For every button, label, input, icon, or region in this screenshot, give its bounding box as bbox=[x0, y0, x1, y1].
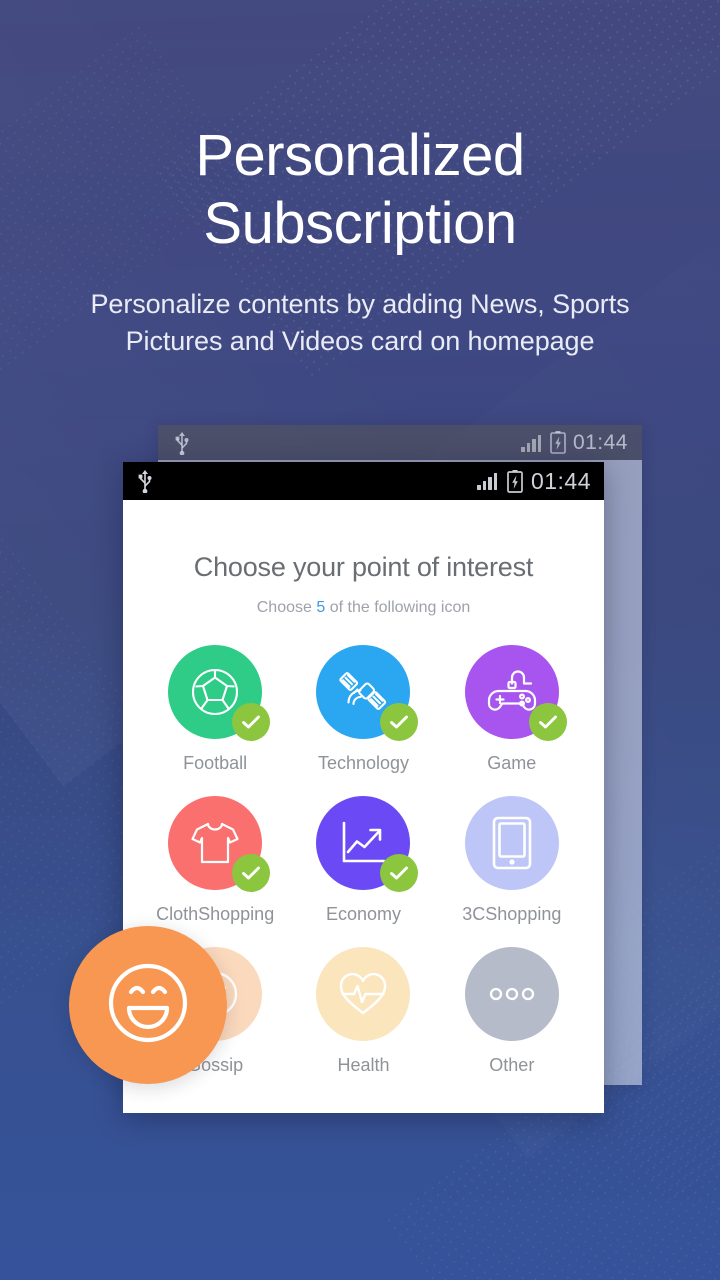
promo-title: Personalized Subscription bbox=[0, 122, 720, 258]
selected-check-icon bbox=[232, 703, 271, 741]
heart-pulse-icon[interactable] bbox=[316, 947, 411, 1041]
ghost-status-bar: 01:44 bbox=[158, 425, 642, 460]
selected-check-icon bbox=[528, 703, 567, 741]
interest-item-technology[interactable]: Technology bbox=[289, 645, 437, 774]
ghost-clock: 01:44 bbox=[572, 430, 628, 454]
hint-prefix: Choose bbox=[256, 599, 312, 616]
interest-bubble-wrap bbox=[316, 947, 411, 1041]
interest-bubble-wrap bbox=[464, 796, 559, 890]
clock: 01:44 bbox=[530, 467, 591, 494]
battery-charging-icon bbox=[507, 469, 523, 493]
smiley-overlay-bubble[interactable] bbox=[69, 926, 227, 1084]
interest-item-game[interactable]: Game bbox=[438, 645, 586, 774]
interest-item-economy[interactable]: Economy bbox=[289, 796, 437, 925]
hint-count: 5 bbox=[316, 599, 326, 616]
interest-item-label: Game bbox=[487, 753, 537, 773]
signal-bars-icon bbox=[476, 472, 499, 490]
interest-item-label: Health bbox=[337, 1055, 390, 1075]
interest-item-football[interactable]: Football bbox=[141, 645, 289, 774]
promo-subtitle-line1: Personalize contents by adding News, Spo… bbox=[90, 289, 630, 319]
choose-count-hint: Choose 5 of the following icon bbox=[141, 599, 586, 617]
selected-check-icon bbox=[380, 703, 419, 741]
smiley-face-icon bbox=[101, 956, 195, 1055]
interest-item-label: Economy bbox=[325, 904, 402, 924]
tablet-icon[interactable] bbox=[464, 796, 559, 890]
interest-item-label: Football bbox=[183, 753, 248, 773]
signal-bars-icon bbox=[520, 434, 543, 452]
interest-item-label: ClothShopping bbox=[156, 904, 275, 924]
promo-title-line2: Subscription bbox=[203, 191, 517, 256]
promo-subtitle: Personalize contents by adding News, Spo… bbox=[0, 286, 720, 360]
interest-item-label: Technology bbox=[317, 753, 410, 773]
interest-bubble-wrap bbox=[168, 796, 271, 892]
selected-check-icon bbox=[380, 854, 419, 892]
interest-item-label: Other bbox=[489, 1055, 535, 1075]
usb-icon bbox=[135, 469, 155, 493]
status-bar: 01:44 bbox=[123, 462, 604, 500]
promo-header: Personalized Subscription Personalize co… bbox=[0, 0, 720, 360]
interest-bubble-wrap bbox=[168, 645, 271, 741]
selected-check-icon bbox=[232, 854, 271, 892]
interest-bubble-wrap bbox=[464, 645, 567, 741]
interest-bubble-wrap bbox=[464, 947, 559, 1041]
three-dots-icon[interactable] bbox=[464, 947, 559, 1041]
interest-item-health[interactable]: Health bbox=[289, 947, 437, 1076]
page-title: Choose your point of interest bbox=[193, 552, 534, 582]
interest-bubble-wrap bbox=[316, 796, 419, 892]
hint-suffix: of the following icon bbox=[329, 599, 471, 616]
promo-subtitle-line2: Pictures and Videos card on homepage bbox=[125, 326, 595, 356]
interest-item-clothshopping[interactable]: ClothShopping bbox=[141, 796, 289, 925]
battery-charging-icon bbox=[550, 431, 566, 454]
interest-item-other[interactable]: Other bbox=[438, 947, 586, 1076]
interest-bubble-wrap bbox=[316, 645, 419, 741]
interest-item-3cshopping[interactable]: 3CShopping bbox=[438, 796, 586, 925]
usb-icon bbox=[172, 431, 192, 455]
promo-title-line1: Personalized bbox=[195, 123, 525, 188]
interest-item-label: 3CShopping bbox=[462, 904, 562, 924]
